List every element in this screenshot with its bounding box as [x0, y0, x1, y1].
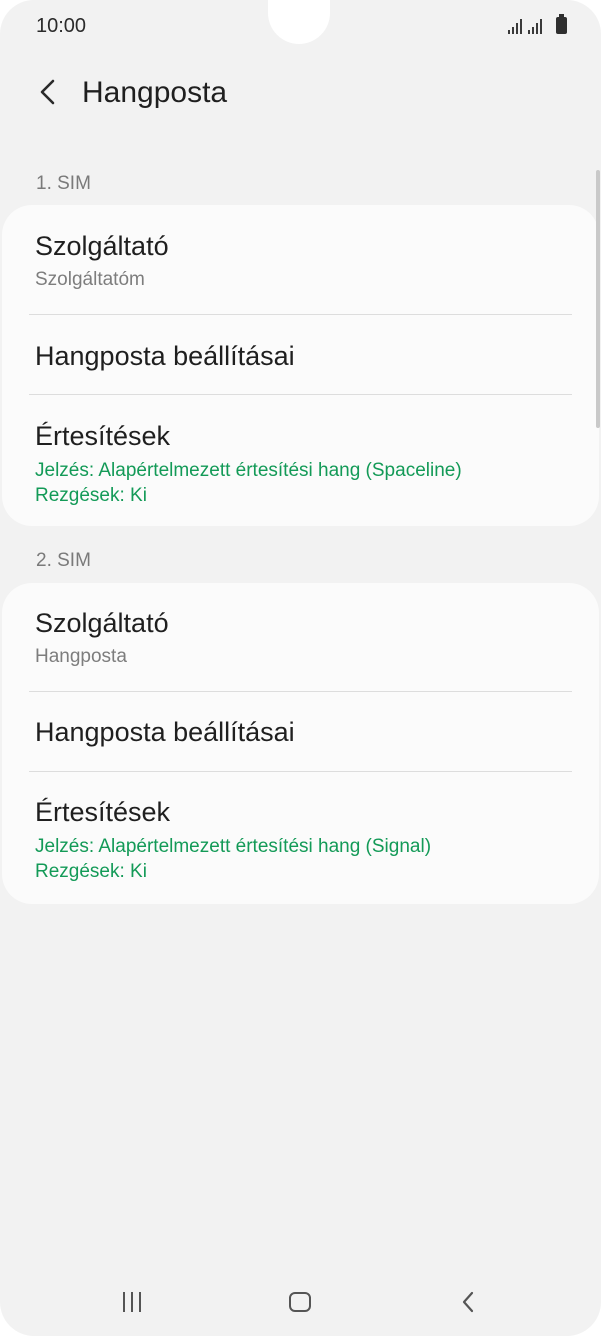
back-icon [462, 1291, 474, 1313]
item-title: Szolgáltató [35, 231, 169, 261]
section-label-sim2: 2. SIM [36, 550, 91, 571]
sim1-notifications-item[interactable]: Értesítések Jelzés: Alapértelmezett érte… [2, 395, 599, 526]
back-arrow-icon [40, 79, 55, 105]
status-time: 10:00 [36, 15, 87, 37]
status-bar: 10:00 [0, 0, 601, 52]
item-subtitle: Szolgáltatóm [35, 269, 145, 290]
sim1-provider-item[interactable]: Szolgáltató Szolgáltatóm [2, 205, 599, 314]
sim2-provider-item[interactable]: Szolgáltató Hangposta [2, 583, 599, 691]
item-title: Értesítések [35, 797, 171, 827]
sim1-card: Szolgáltató Szolgáltatóm Hangposta beáll… [2, 205, 599, 526]
sim2-card: Szolgáltató Hangposta Hangposta beállítá… [2, 583, 599, 904]
battery-icon [556, 14, 567, 34]
section-label-sim1: 1. SIM [36, 173, 91, 194]
notification-sound-value: Jelzés: Alapértelmezett értesítési hang … [35, 836, 432, 857]
phone-screen: 10:00 Hangposta 1. SIM Szolgáltató Szolg… [0, 0, 601, 1336]
vibration-value: Rezgések: Ki [35, 485, 147, 506]
sim2-voicemail-settings-item[interactable]: Hangposta beállításai [2, 692, 599, 772]
navigation-bar [0, 1270, 601, 1336]
recents-button[interactable] [102, 1284, 162, 1320]
app-bar: Hangposta [0, 64, 601, 124]
nav-back-button[interactable] [438, 1284, 498, 1320]
sim2-notifications-item[interactable]: Értesítések Jelzés: Alapértelmezett érte… [2, 772, 599, 904]
home-button[interactable] [270, 1284, 330, 1320]
scrollbar[interactable] [596, 170, 600, 428]
item-subtitle: Hangposta [35, 646, 127, 667]
signal-sim2-icon [528, 18, 542, 34]
camera-notch [268, 0, 330, 44]
recents-icon [123, 1292, 141, 1312]
status-icons [508, 14, 567, 34]
back-button[interactable] [30, 74, 66, 110]
page-title: Hangposta [82, 76, 228, 109]
item-title: Szolgáltató [35, 608, 169, 638]
notification-sound-value: Jelzés: Alapértelmezett értesítési hang … [35, 460, 462, 481]
vibration-value: Rezgések: Ki [35, 861, 147, 882]
item-title: Értesítések [35, 421, 171, 451]
item-title: Hangposta beállításai [35, 717, 295, 747]
sim1-voicemail-settings-item[interactable]: Hangposta beállításai [2, 315, 599, 395]
home-icon [289, 1292, 311, 1312]
signal-sim1-icon [508, 18, 522, 34]
item-title: Hangposta beállításai [35, 341, 295, 371]
